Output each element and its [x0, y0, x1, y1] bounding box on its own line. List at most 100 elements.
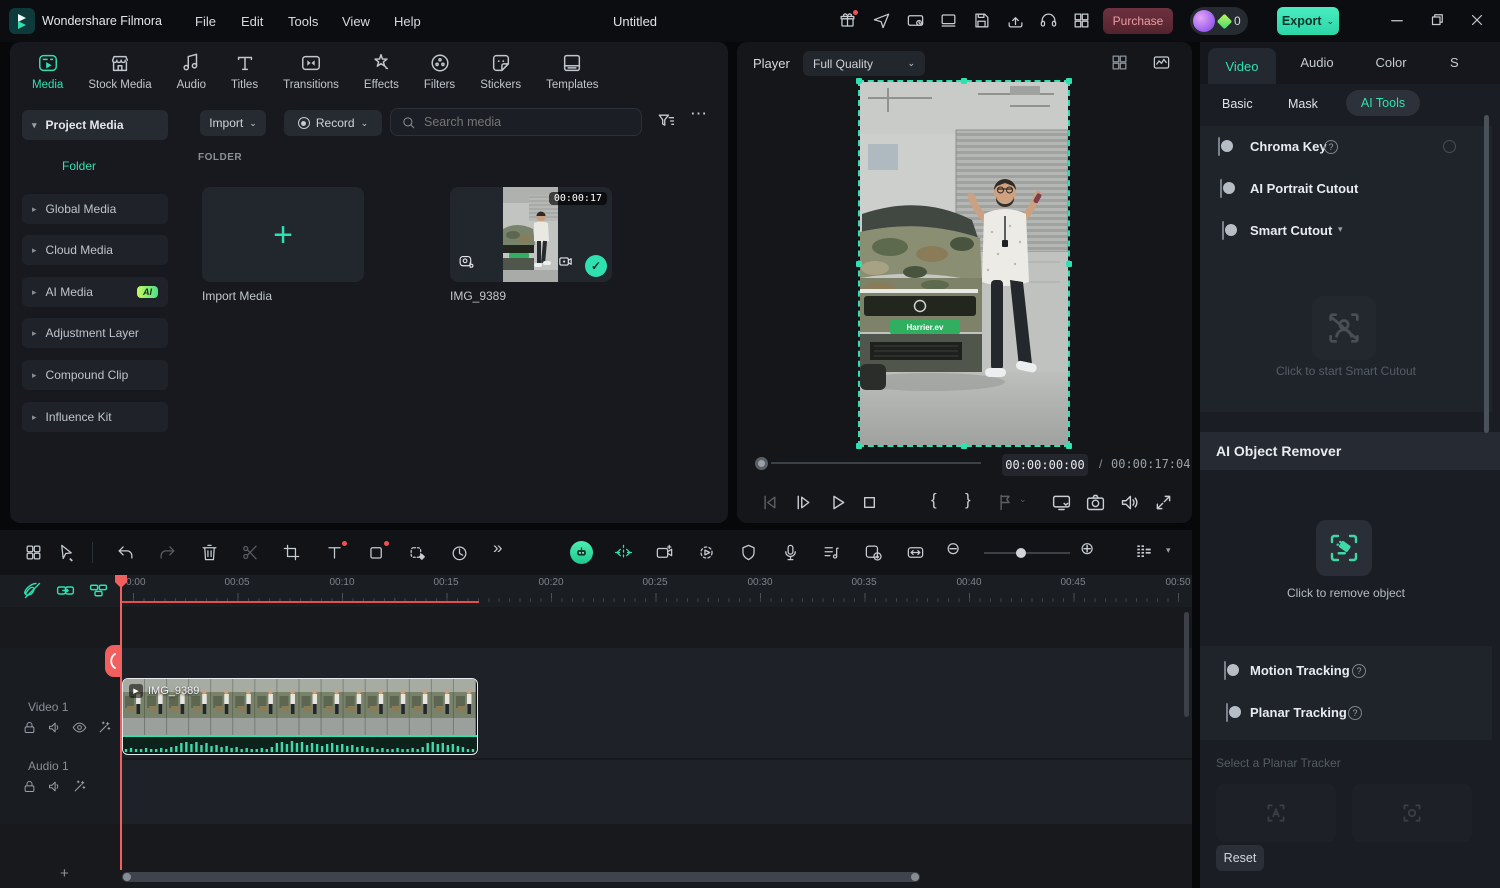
ripple-toggle-icon[interactable] — [22, 580, 43, 606]
text-tool-icon[interactable] — [325, 543, 344, 567]
split-scissors-icon[interactable] — [241, 543, 260, 567]
subtab-basic[interactable]: Basic — [1222, 97, 1253, 111]
previous-frame-icon[interactable] — [759, 492, 780, 518]
select-tool-icon[interactable] — [57, 543, 76, 567]
tab-media[interactable]: Media — [32, 52, 63, 91]
tab-stock-media[interactable]: Stock Media — [88, 52, 151, 91]
track-mute-icon[interactable] — [47, 779, 62, 799]
preview-render-icon[interactable] — [697, 543, 716, 567]
audio-stretch-icon[interactable] — [822, 543, 841, 567]
close-button[interactable] — [1468, 11, 1486, 34]
tab-stickers[interactable]: Stickers — [480, 52, 521, 91]
account-pill[interactable]: 0 — [1190, 7, 1248, 35]
tab-templates[interactable]: Templates — [546, 52, 598, 91]
speed-tool-icon[interactable] — [450, 543, 469, 567]
track-mute-icon[interactable] — [47, 720, 62, 740]
zoom-in-icon[interactable]: ⊕ — [1080, 539, 1094, 559]
playhead-line[interactable] — [120, 575, 122, 870]
undo-icon[interactable] — [116, 543, 135, 567]
layout-grid-icon[interactable] — [1110, 53, 1129, 77]
sidebar-item-compound-clip[interactable]: ▸ Compound Clip — [22, 360, 168, 390]
mark-in-icon[interactable]: { — [931, 490, 937, 510]
save-icon[interactable] — [972, 11, 991, 35]
selection-handle[interactable] — [856, 261, 862, 267]
sidebar-item-project-media[interactable]: ▾ Project Media — [22, 110, 168, 140]
track-manager-icon[interactable] — [1134, 542, 1154, 567]
seek-handle[interactable] — [755, 457, 768, 470]
zoom-slider-handle[interactable] — [1016, 548, 1026, 558]
record-button[interactable]: Record ⌄ — [284, 110, 382, 136]
minimize-button[interactable] — [1388, 11, 1406, 34]
selection-handle[interactable] — [1066, 78, 1072, 84]
video-preview-selection[interactable]: Harrier.ev — [858, 80, 1070, 447]
ai-copilot-icon[interactable] — [570, 541, 593, 564]
smart-cutout-toggle[interactable] — [1222, 221, 1224, 240]
selection-handle[interactable] — [961, 443, 967, 449]
object-remover-button[interactable] — [1316, 520, 1372, 576]
tab-speed-clipped[interactable]: S — [1450, 55, 1464, 70]
support-headset-icon[interactable] — [1039, 11, 1058, 35]
menu-file[interactable]: File — [195, 14, 216, 29]
shield-icon[interactable] — [739, 543, 758, 567]
selection-handle[interactable] — [1066, 443, 1072, 449]
touchbar-icon[interactable] — [939, 11, 958, 35]
fullscreen-icon[interactable] — [1153, 492, 1174, 518]
color-picker-circle[interactable] — [1443, 140, 1456, 153]
tab-filters[interactable]: Filters — [424, 52, 455, 91]
track-enhance-icon[interactable] — [72, 779, 87, 799]
chroma-key-toggle[interactable] — [1218, 137, 1220, 156]
scrollbar-left-knob[interactable] — [123, 873, 131, 881]
planar-tracking-toggle[interactable] — [1226, 703, 1228, 722]
search-box[interactable] — [390, 108, 642, 136]
purchase-button[interactable]: Purchase — [1103, 8, 1173, 34]
quick-split-icon[interactable] — [614, 543, 633, 567]
video-preview[interactable]: Harrier.ev — [860, 82, 1068, 445]
send-feedback-icon[interactable] — [872, 11, 891, 35]
sidebar-item-influence-kit[interactable]: ▸ Influence Kit — [22, 402, 168, 432]
record-footage-icon[interactable] — [655, 543, 674, 567]
scrollbar-right-knob[interactable] — [911, 873, 919, 881]
smart-cutout-start-button[interactable] — [1312, 296, 1376, 360]
chroma-tool-icon[interactable] — [408, 543, 427, 567]
quality-dropdown[interactable]: Full Quality ⌄ — [803, 51, 925, 76]
next-frame-icon[interactable] — [793, 492, 814, 518]
help-icon[interactable]: ? — [1352, 664, 1366, 678]
properties-scrollbar[interactable] — [1484, 115, 1489, 433]
voiceover-mic-icon[interactable] — [781, 543, 800, 567]
stop-icon[interactable] — [859, 492, 880, 518]
redo-icon[interactable] — [158, 543, 177, 567]
help-icon[interactable]: ? — [1324, 140, 1338, 154]
mask-tool-icon[interactable] — [367, 543, 386, 567]
playhead-grip[interactable] — [105, 645, 121, 677]
tab-color[interactable]: Color — [1364, 55, 1418, 70]
mark-out-icon[interactable]: } — [965, 490, 971, 510]
tab-audio[interactable]: Audio — [1290, 55, 1344, 70]
add-track-button[interactable]: + — [60, 865, 69, 882]
scopes-icon[interactable] — [1152, 53, 1171, 77]
menu-tools[interactable]: Tools — [288, 14, 318, 29]
zoom-slider-track[interactable] — [984, 552, 1070, 554]
help-icon[interactable]: ? — [1348, 706, 1362, 720]
caret-down-icon[interactable]: ▾ — [1166, 545, 1171, 556]
play-icon[interactable] — [827, 492, 848, 518]
restore-button[interactable] — [1428, 11, 1446, 34]
planar-tracker-option-2[interactable] — [1352, 784, 1472, 842]
timeline-horizontal-scrollbar[interactable] — [122, 872, 920, 882]
subtab-ai-tools[interactable]: AI Tools — [1346, 90, 1420, 116]
track-visibility-icon[interactable] — [72, 720, 87, 740]
tab-effects[interactable]: Effects — [364, 52, 399, 91]
upload-cloud-icon[interactable] — [1006, 11, 1025, 35]
gift-icon[interactable] — [838, 11, 857, 35]
import-media-tile[interactable]: + — [202, 187, 364, 282]
volume-icon[interactable] — [1119, 492, 1140, 518]
zoom-out-icon[interactable]: ⊖ — [946, 539, 960, 559]
track-lock-icon[interactable] — [22, 720, 37, 740]
link-clips-icon[interactable] — [55, 580, 76, 606]
sidebar-item-cloud-media[interactable]: ▸ Cloud Media — [22, 235, 168, 265]
seek-track[interactable] — [771, 462, 981, 464]
subtab-mask[interactable]: Mask — [1288, 97, 1318, 111]
filter-icon[interactable] — [656, 111, 676, 136]
audio-track-row[interactable] — [0, 760, 1192, 824]
media-browser-icon[interactable] — [24, 543, 43, 567]
menu-help[interactable]: Help — [394, 14, 421, 29]
